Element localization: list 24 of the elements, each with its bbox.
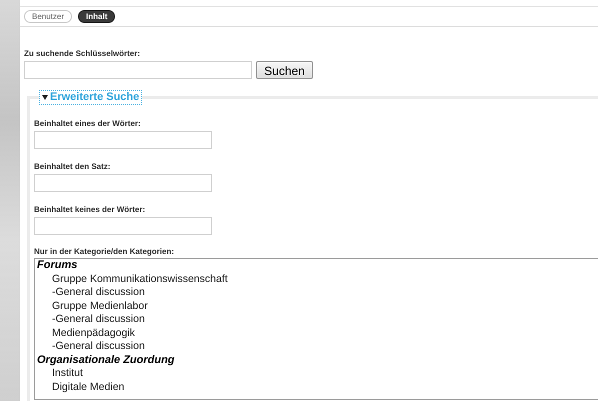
field-label: Zu suchende Schlüsselwörter: [24, 49, 142, 59]
category-option[interactable]: -General discussion [37, 286, 598, 300]
field-label: Beinhaltet keines der Wörter: [34, 205, 146, 215]
input-field[interactable] [34, 131, 212, 149]
keyword-field[interactable] [24, 61, 252, 79]
category-option[interactable]: -General discussion [37, 313, 598, 326]
caret-icon [42, 95, 48, 100]
category-option[interactable]: Gruppe Medienlabor [37, 300, 598, 313]
category-option[interactable]: -General discussion [37, 340, 598, 354]
category-option[interactable]: Gruppe Kommunikationswissenschaft [37, 272, 598, 286]
field-label: Nur in der Kategorie/den Kategorien: [34, 247, 176, 257]
category-group-label: Forums [37, 259, 78, 272]
category-listbox[interactable]: Forums Gruppe Kommunikationswissenschaft -General discussion Gruppe Medienlabor -General discussion Medienpädagogik -General discussion Organisationale Zuordung Institut Digitale Medien [34, 258, 598, 400]
field-label: Beinhaltet den Satz: [34, 162, 112, 172]
input-field[interactable] [34, 217, 212, 235]
tab[interactable]: Inhalt [78, 10, 116, 23]
category-option[interactable]: Institut [37, 367, 598, 380]
search-button[interactable]: Suchen [256, 61, 313, 79]
category-group-label: Organisationale Zuordung [37, 354, 176, 367]
category-option[interactable]: Medienpädagogik [37, 326, 598, 340]
tab[interactable]: Benutzer [24, 10, 72, 23]
category-option[interactable]: Digitale Medien [37, 380, 598, 394]
field-label: Beinhaltet eines der Wörter: [34, 119, 142, 129]
input-field[interactable] [34, 174, 212, 192]
